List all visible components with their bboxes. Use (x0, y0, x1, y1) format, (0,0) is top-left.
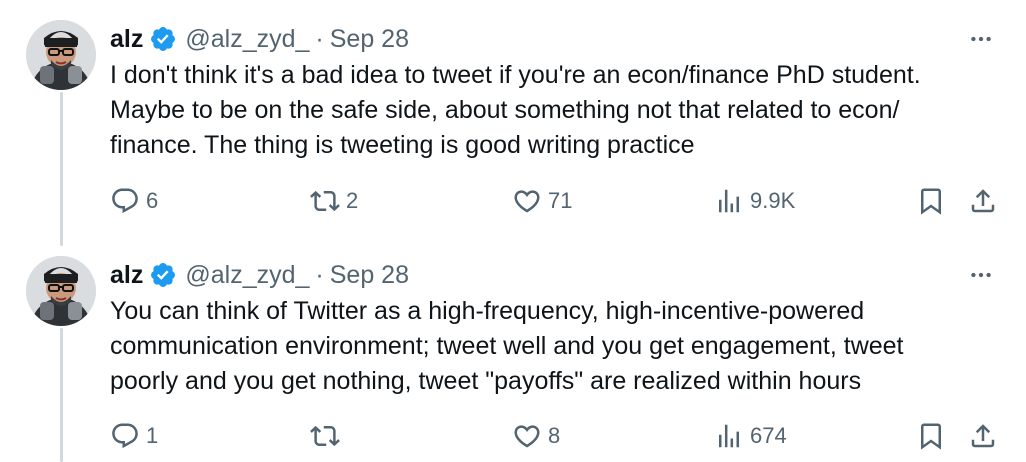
like-icon (514, 425, 540, 448)
view-count: 674 (750, 423, 787, 448)
more-icon[interactable] (966, 24, 996, 54)
tweet-text-line: poorly and you get nothing, tweet "payof… (110, 367, 862, 395)
tweet-text-line: Maybe to be on the safe side, about some… (110, 96, 900, 124)
display-name[interactable]: alz (110, 261, 143, 290)
reply-count: 6 (146, 188, 159, 213)
share-button[interactable] (968, 416, 998, 456)
display-name[interactable]: alz (110, 25, 143, 54)
share-button[interactable] (968, 181, 998, 221)
like-button[interactable]: 71 (512, 181, 572, 221)
user-handle[interactable]: @alz_zyd_ (185, 261, 309, 290)
verified-badge-icon (149, 261, 177, 289)
like-count: 8 (548, 423, 561, 448)
reply-count: 1 (146, 423, 159, 448)
tweet-text-line: You can think of Twitter as a high-frequ… (110, 297, 865, 325)
tweet[interactable]: alz @alz_zyd_ · Sep 28 You can think of … (0, 236, 1026, 462)
views-icon (719, 424, 739, 448)
reply-icon (112, 423, 138, 449)
retweet-icon (310, 190, 340, 212)
tweet-text: I don't think it's a bad idea to tweet i… (110, 58, 990, 163)
tweet-actions: 1 8 674 (110, 416, 1000, 456)
retweet-count: 2 (346, 188, 359, 213)
tweet-text-line: I don't think it's a bad idea to tweet i… (110, 61, 921, 89)
reply-icon (112, 188, 138, 214)
bookmark-icon (921, 188, 941, 215)
like-button[interactable]: 8 (512, 416, 560, 456)
retweet-button[interactable] (310, 416, 346, 456)
bookmark-button[interactable] (916, 181, 946, 221)
like-icon (514, 190, 540, 213)
tweet-actions: 6 2 71 9.9K (110, 181, 1000, 221)
avatar[interactable] (26, 20, 96, 90)
separator-dot: · (315, 24, 324, 53)
tweet-text: You can think of Twitter as a high-frequ… (110, 294, 990, 399)
tweet-date[interactable]: Sep 28 (330, 25, 409, 54)
retweet-icon (310, 425, 340, 447)
views-button[interactable]: 9.9K (714, 181, 795, 221)
tweet-header: alz @alz_zyd_ · Sep 28 (110, 24, 409, 54)
reply-button[interactable]: 6 (110, 181, 158, 221)
tweet[interactable]: alz @alz_zyd_ · Sep 28 I don't think it'… (0, 0, 1026, 236)
more-icon[interactable] (966, 260, 996, 290)
tweet-thread: alz @alz_zyd_ · Sep 28 I don't think it'… (0, 0, 1026, 462)
user-handle[interactable]: @alz_zyd_ (185, 25, 309, 54)
bookmark-icon (921, 423, 941, 450)
retweet-button[interactable]: 2 (310, 181, 358, 221)
share-icon (971, 424, 995, 448)
tweet-date[interactable]: Sep 28 (330, 261, 409, 290)
views-button[interactable]: 674 (714, 416, 787, 456)
like-count: 71 (548, 188, 573, 213)
views-icon (719, 189, 739, 213)
avatar[interactable] (26, 256, 96, 326)
tweet-header: alz @alz_zyd_ · Sep 28 (110, 260, 409, 290)
separator-dot: · (315, 260, 324, 289)
tweet-text-line: communication environment; tweet well an… (110, 332, 904, 360)
bookmark-button[interactable] (916, 416, 946, 456)
share-icon (971, 189, 995, 213)
view-count: 9.9K (750, 188, 796, 213)
reply-button[interactable]: 1 (110, 416, 158, 456)
verified-badge-icon (149, 25, 177, 53)
tweet-text-line: finance. The thing is tweeting is good w… (110, 131, 695, 159)
